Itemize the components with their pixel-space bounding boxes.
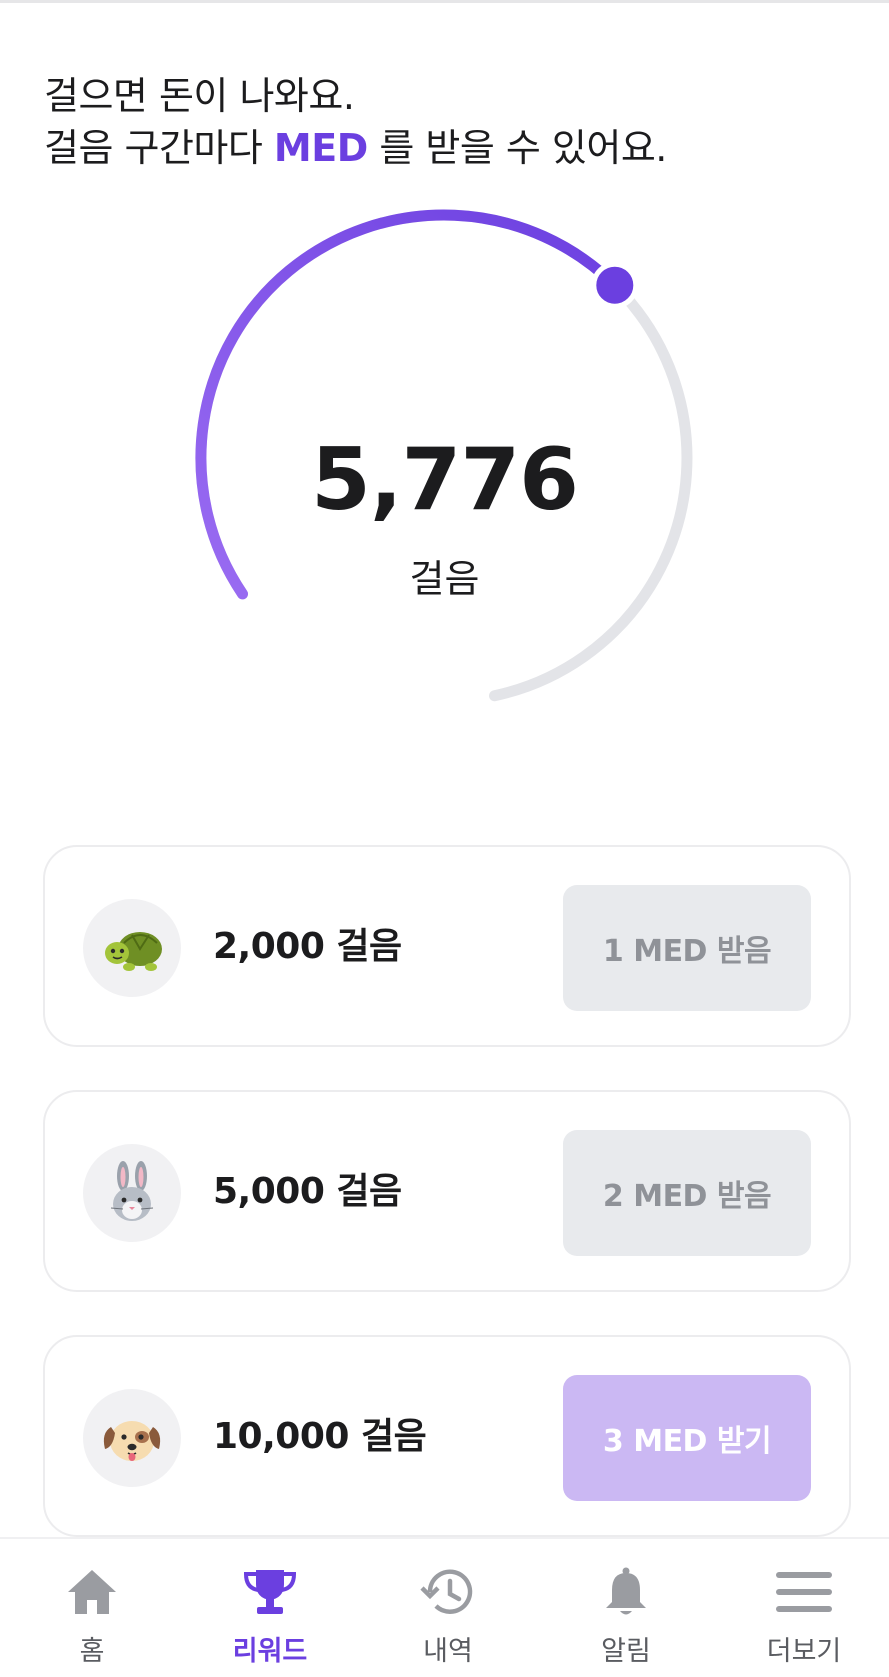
reward-goal: 2,000 걸음: [213, 926, 402, 967]
tab-home[interactable]: 홈: [3, 1539, 181, 1677]
reward-card-10000: 10,000 걸음 3 MED 받기: [43, 1335, 851, 1537]
home-icon: [68, 1570, 116, 1614]
gauge-progress-knob: [591, 261, 639, 309]
history-icon: [420, 1569, 473, 1614]
reward-goal: 10,000 걸음: [213, 1416, 427, 1457]
bell-icon: [606, 1567, 646, 1615]
gauge-progress-arc: [195, 209, 621, 600]
tab-more[interactable]: 더보기: [715, 1539, 889, 1677]
tab-rewards[interactable]: 리워드: [181, 1539, 359, 1677]
step-count: 5,776: [310, 430, 579, 530]
step-gauge: [195, 209, 693, 702]
trophy-icon: [243, 1570, 297, 1614]
menu-icon: [776, 1572, 832, 1612]
tab-label-alerts: 알림: [601, 1636, 651, 1667]
reward-received-button[interactable]: 1 MED 받음: [563, 885, 811, 1011]
tab-label-rewards: 리워드: [232, 1636, 308, 1667]
reward-goal: 5,000 걸음: [213, 1171, 402, 1212]
turtle-icon: [83, 899, 181, 997]
tab-label-history: 내역: [423, 1636, 473, 1667]
step-unit: 걸음: [409, 557, 480, 601]
tab-label-more: 더보기: [766, 1636, 842, 1667]
rabbit-icon: [83, 1144, 181, 1242]
tab-label-home: 홈: [79, 1636, 105, 1667]
tab-alerts[interactable]: 알림: [537, 1539, 715, 1677]
reward-received-button[interactable]: 2 MED 받음: [563, 1130, 811, 1256]
reward-card-2000: 2,000 걸음 1 MED 받음: [43, 845, 851, 1047]
reward-card-5000: 5,000 걸음 2 MED 받음: [43, 1090, 851, 1292]
dog-icon: [83, 1389, 181, 1487]
tab-history[interactable]: 내역: [359, 1539, 537, 1677]
bottom-tab-bar: 홈 리워드 내역 알림 더보기: [0, 1537, 889, 1677]
reward-claim-button[interactable]: 3 MED 받기: [563, 1375, 811, 1501]
